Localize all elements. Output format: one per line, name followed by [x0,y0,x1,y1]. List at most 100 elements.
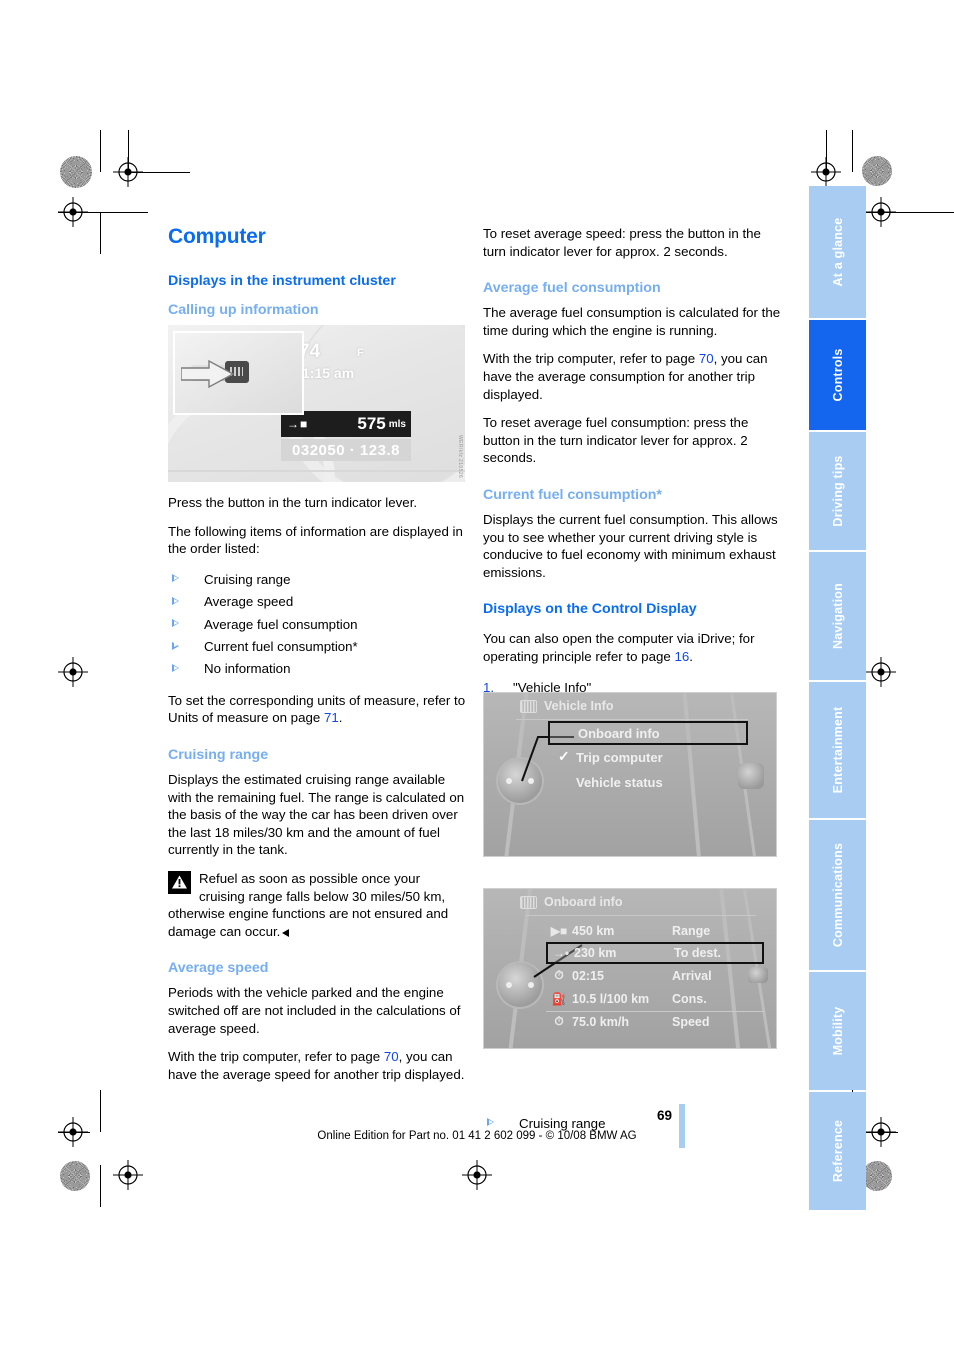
page-reference-70[interactable]: 70 [384,1049,399,1064]
vehicle-info-menu: Onboard info ✓ Trip computer Vehicle sta… [548,721,748,795]
range-unit: mls [388,418,406,430]
triangle-bullet-icon [172,663,179,672]
paragraph-text: To set the corresponding units of measur… [168,692,466,726]
list-item: Current fuel consumption* [168,636,468,658]
paragraph-current-consumption: Displays the current fuel consumption. T… [483,511,778,580]
subheading-cruising-range: Cruising range [168,747,269,763]
display-header-label: Vehicle Info [544,699,614,713]
menu-item-onboard-info[interactable]: Onboard info [548,721,748,745]
sidebar-tab-label: At a glance [830,217,845,287]
speedometer-icon: ⏱ [554,1014,564,1028]
paragraph-average-speed: Periods with the vehicle parked and the … [168,985,461,1036]
section-tab-bar: At a glance Controls Driving tips Naviga… [809,186,866,1210]
temperature-unit: F [357,347,364,359]
sidebar-tab-label: Navigation [830,583,845,649]
menu-item-label: Vehicle status [576,775,663,790]
checkmark-icon: ✓ [558,748,570,764]
header-divider [516,719,748,720]
paragraph-text: With the trip computer, refer to page [483,351,699,367]
range-value: 575 [357,414,386,433]
subheading-average-speed: Average speed [168,960,269,977]
display-header-label: Onboard info [544,895,623,909]
page-number: 69 [656,1108,672,1123]
sidebar-tab-label: Driving tips [830,455,845,527]
subheading-average-fuel-consumption: Average fuel consumption [483,280,661,297]
cluster-baseline [168,470,465,472]
onboard-info-rows: ▶■ 450 km Range →• 230 km To dest. ⏱ 02:… [546,919,764,1033]
vehicle-info-icon [520,699,537,713]
paragraph-trip-computer-consumption: With the trip computer, refer to page 70… [483,350,783,403]
figure-control-display-onboard-info: Onboard info ▶■ 450 km Range →• 230 km T… [483,888,777,1049]
odometer-readout: 032050 · 123.8 [281,439,411,461]
destination-arrow-icon: →• [552,946,570,960]
triangle-bullet-icon [172,574,179,583]
list-item: Average fuel consumption [168,614,468,636]
paragraph-units-of-measure: To set the corresponding units of measur… [168,692,468,727]
subheading-calling-up-information: Calling up information [168,302,319,318]
warning-text: Refuel as soon as possible once your cru… [168,870,468,940]
temperature-clock-block: 74 F 11:15 am [293,339,385,391]
section-heading-control-display: Displays on the Control Display [483,601,697,618]
registration-target [58,197,88,227]
paragraph-trip-computer-speed: With the trip computer, refer to page 70… [168,1048,468,1083]
page-reference-70[interactable]: 70 [699,351,714,366]
row-label: Arrival [672,968,712,983]
table-row: ▶■ 450 km Range [546,919,764,942]
fuel-pump-icon: ⛽ [551,991,567,1006]
figure-instrument-cluster: 74 F 11:15 am →■ 575 mls 032050 · 123.8 … [168,325,465,482]
subheading-current-fuel-consumption: Current fuel consumption* [483,486,662,503]
halftone-dot [60,156,92,188]
menu-item-trip-computer[interactable]: ✓ Trip computer [548,745,748,770]
figure-code: WER/kfz 210526 [457,434,463,478]
triangle-bullet-icon [172,596,179,605]
onboard-info-icon [520,895,537,909]
paragraph-order-listed: The following items of information are d… [168,523,463,557]
paragraph-reset-average-speed: To reset average speed: press the button… [483,226,761,259]
table-row[interactable]: →• 230 km To dest. [546,942,764,964]
sidebar-tab-at-a-glance[interactable]: At a glance [809,186,866,318]
list-item-label: Average speed [204,594,294,610]
sidebar-tab-controls[interactable]: Controls [809,320,866,430]
warning-note: Refuel as soon as possible once your cru… [168,870,468,940]
sidebar-tab-entertainment[interactable]: Entertainment [809,682,866,818]
row-label: Range [672,923,711,938]
paragraph-text: . [338,710,343,726]
turn-indicator-lever-inset [173,331,304,415]
list-item: Average speed [168,591,468,613]
warning-triangle-icon [168,870,191,894]
sidebar-tab-reference[interactable]: Reference [809,1092,866,1210]
table-row: ⛽ 10.5 l/100 km Cons. [546,987,764,1010]
paragraph-text: . [689,648,693,664]
info-items-list: Cruising range Average speed Average fue… [168,569,468,681]
display-header: Onboard info [484,889,776,915]
page-reference-16[interactable]: 16 [674,649,689,664]
triangle-bullet-icon [172,641,179,650]
registration-target [113,157,143,187]
paragraph-text: With the trip computer, refer to page [168,1049,384,1065]
sidebar-tab-label: Communications [830,842,845,948]
warning-label: Refuel as soon as possible once your cru… [168,870,449,939]
sidebar-tab-navigation[interactable]: Navigation [809,552,866,680]
sidebar-tab-label: Mobility [830,1006,845,1056]
manual-page: At a glance Controls Driving tips Naviga… [0,0,954,1350]
paragraph-idrive: You can also open the computer via iDriv… [483,630,783,665]
fuel-pump-arrow-icon: ▶■ [550,923,568,938]
row-label: Cons. [672,991,707,1006]
table-row: ⏱ 75.0 km/h Speed [546,1010,764,1033]
paragraph-cruising-range: Displays the estimated cruising range av… [168,772,465,858]
menu-item-vehicle-status[interactable]: Vehicle status [548,770,748,795]
paragraph-text: You can also open the computer via iDriv… [483,631,755,664]
sidebar-tab-driving-tips[interactable]: Driving tips [809,432,866,550]
display-header: Vehicle Info [484,693,776,719]
sidebar-tab-communications[interactable]: Communications [809,820,866,970]
list-item-label: No information [204,661,291,677]
row-divider [546,1011,764,1012]
paragraph-avg-fuel-calc: The average fuel consumption is calculat… [483,305,781,338]
menu-item-label: Onboard info [578,725,660,741]
table-row: ⏱ 02:15 Arrival [546,964,764,987]
row-value: 450 km [572,923,615,938]
page-reference-71[interactable]: 71 [324,710,339,725]
sidebar-tab-mobility[interactable]: Mobility [809,972,866,1090]
row-label: To dest. [674,946,721,960]
list-item-label: Current fuel consumption* [204,639,358,654]
